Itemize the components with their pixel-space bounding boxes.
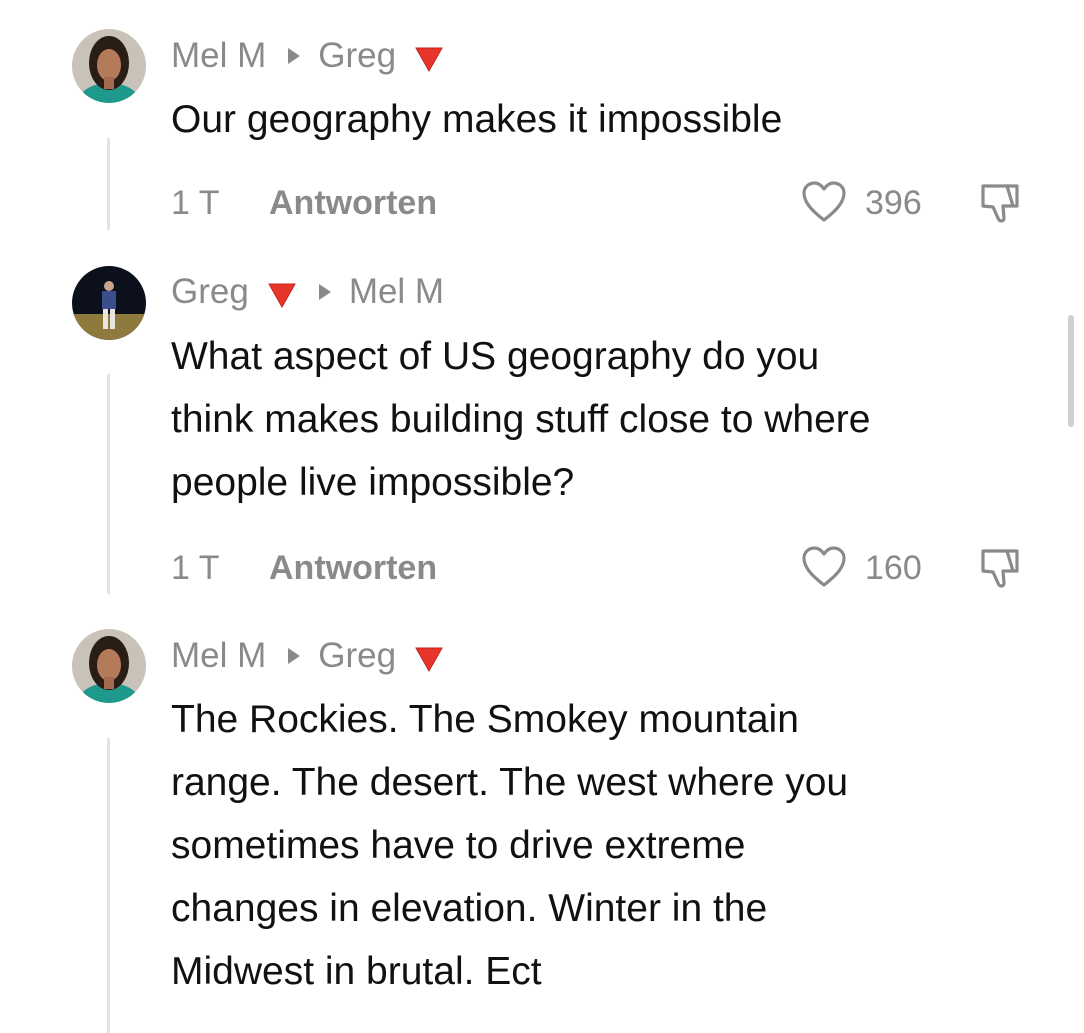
comment-footer: 1 T Antworten 396	[171, 180, 1041, 224]
reply-button[interactable]: Antworten	[269, 549, 437, 588]
comment-text-line: people live impossible?	[171, 461, 575, 504]
comment-text-line: sometimes have to drive extreme	[171, 824, 746, 867]
like-count: 396	[865, 184, 922, 222]
comment-text-line: Our geography makes it impossible	[171, 98, 783, 141]
comment-text-line: range. The desert. The west where you	[171, 761, 849, 804]
reply-to-name[interactable]: Greg	[318, 36, 396, 76]
reply-to-name[interactable]: Mel M	[349, 272, 444, 312]
author-name[interactable]: Greg	[171, 272, 249, 312]
timestamp: 1 T	[171, 549, 220, 587]
comment-text-line: The Rockies. The Smokey mountain	[171, 698, 799, 741]
play-arrow-icon	[318, 284, 331, 300]
heart-outline-icon[interactable]	[801, 180, 847, 224]
comment-text: What aspect of US geography do you think…	[171, 325, 1051, 514]
timestamp: 1 T	[171, 184, 220, 222]
comment-text-line: Midwest in brutal. Ect	[171, 950, 542, 993]
thread-line	[107, 138, 110, 230]
avatar-mel-m[interactable]	[72, 629, 146, 703]
comment-header: Mel M Greg	[171, 636, 444, 676]
reply-button[interactable]: Antworten	[269, 184, 437, 223]
author-name[interactable]: Mel M	[171, 636, 266, 676]
red-triangle-down-icon	[414, 642, 444, 673]
comment-text: Our geography makes it impossible	[171, 88, 1051, 151]
red-triangle-down-icon	[414, 42, 444, 73]
avatar-greg[interactable]	[72, 266, 146, 340]
comment-text-line: think makes building stuff close to wher…	[171, 398, 871, 441]
scrollbar[interactable]	[1068, 315, 1074, 427]
thread-line	[107, 738, 110, 1033]
reply-to-name[interactable]: Greg	[318, 636, 396, 676]
red-triangle-down-icon	[267, 278, 297, 309]
author-name[interactable]: Mel M	[171, 36, 266, 76]
comment-header: Greg Mel M	[171, 272, 444, 312]
like-count: 160	[865, 549, 922, 587]
comment-footer: 1 T Antworten 160	[171, 545, 1041, 589]
comment-text: The Rockies. The Smokey mountain range. …	[171, 688, 1051, 1003]
comment-text-line: changes in elevation. Winter in the	[171, 887, 768, 930]
thumbs-down-outline-icon[interactable]	[977, 545, 1021, 591]
comment-header: Mel M Greg	[171, 36, 444, 76]
avatar-mel-m[interactable]	[72, 29, 146, 103]
thread-line	[107, 374, 110, 594]
comment-text-line: What aspect of US geography do you	[171, 335, 820, 378]
play-arrow-icon	[288, 48, 301, 64]
heart-outline-icon[interactable]	[801, 545, 847, 589]
thumbs-down-outline-icon[interactable]	[977, 180, 1021, 226]
play-arrow-icon	[288, 648, 301, 664]
